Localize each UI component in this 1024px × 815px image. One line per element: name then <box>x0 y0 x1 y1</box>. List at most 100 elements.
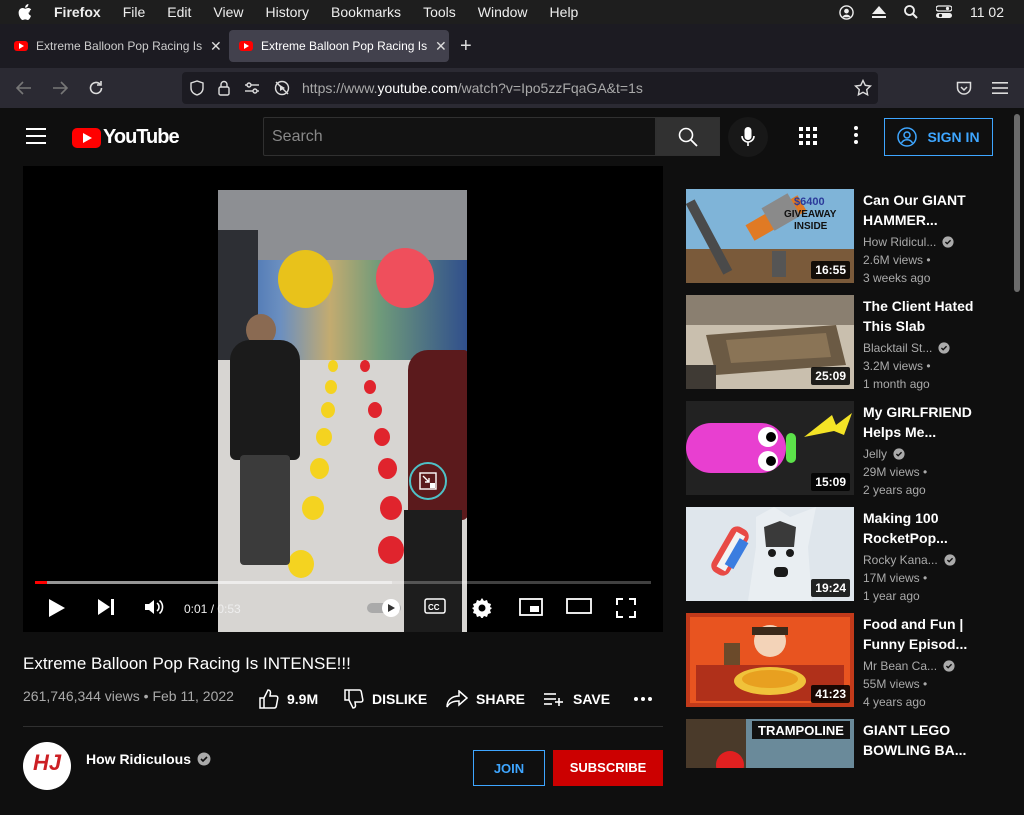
miniplayer-button[interactable] <box>519 598 543 616</box>
play-icon <box>49 599 65 617</box>
search-input[interactable] <box>263 117 656 156</box>
like-button[interactable]: 9.9M <box>259 686 318 712</box>
mute-button[interactable] <box>144 598 164 616</box>
recommendation-item[interactable]: TRAMPOLINE GIANT LEGO BOWLING BA... <box>686 719 996 815</box>
video-title[interactable]: My GIRLFRIEND Helps Me... <box>863 402 981 442</box>
video-frame[interactable] <box>218 190 467 632</box>
recommendation-item[interactable]: 41:23 Food and Fun | Funny Episod... Mr … <box>686 613 996 709</box>
play-button[interactable] <box>48 598 66 618</box>
subscribe-button[interactable]: SUBSCRIBE <box>553 750 663 786</box>
site-permissions-icon[interactable] <box>244 81 260 95</box>
channel-avatar[interactable]: HJ <box>23 742 71 790</box>
video-title[interactable]: GIANT LEGO BOWLING BA... <box>863 720 981 760</box>
channel-name[interactable]: How Ridiculous <box>86 751 211 767</box>
miniplayer-icon <box>519 598 543 616</box>
progress-bar[interactable] <box>35 581 651 584</box>
divider <box>23 726 663 727</box>
youtube-logo[interactable]: YouTube <box>72 126 180 149</box>
video-duration: 25:09 <box>811 367 850 385</box>
view-count: 2.6M views • <box>863 253 931 267</box>
sign-in-button[interactable]: SIGN IN <box>884 118 993 156</box>
search-icon <box>678 127 698 147</box>
bookmark-star-icon[interactable] <box>853 78 873 102</box>
recommendation-item[interactable]: 15:09 My GIRLFRIEND Helps Me... Jelly 29… <box>686 401 996 497</box>
menu-bookmarks[interactable]: Bookmarks <box>331 4 401 20</box>
autoplay-toggle[interactable] <box>367 598 403 618</box>
scrollbar-thumb[interactable] <box>1014 114 1020 292</box>
tracking-protection-shield-icon[interactable] <box>190 80 204 96</box>
reload-icon[interactable] <box>86 78 106 98</box>
video-title[interactable]: Can Our GIANT HAMMER... <box>863 190 981 230</box>
spotlight-search-icon[interactable] <box>904 5 918 19</box>
control-center-icon[interactable] <box>936 5 952 19</box>
dislike-button[interactable]: DISLIKE <box>344 686 427 712</box>
eject-icon[interactable] <box>872 6 886 18</box>
app-menu-firefox[interactable]: Firefox <box>54 4 101 20</box>
page-scrollbar[interactable] <box>1010 108 1024 768</box>
video-title[interactable]: Making 100 RocketPop... <box>863 508 981 548</box>
menu-tools[interactable]: Tools <box>423 4 456 20</box>
close-tab-icon[interactable]: ✕ <box>435 38 447 55</box>
user-account-icon[interactable] <box>839 4 854 20</box>
channel-name[interactable]: Rocky Kana... <box>863 553 956 567</box>
back-arrow-icon[interactable] <box>14 78 34 98</box>
menu-file[interactable]: File <box>123 4 146 20</box>
video-title[interactable]: Food and Fun | Funny Episod... <box>863 614 981 654</box>
browser-tab[interactable]: Extreme Balloon Pop Racing Is INTENSE!!!… <box>4 30 224 62</box>
more-actions-button[interactable] <box>634 686 660 712</box>
join-button[interactable]: JOIN <box>473 750 545 786</box>
more-horizontal-icon <box>634 697 652 701</box>
time-display: 0:01 / 0:53 <box>184 602 241 616</box>
picture-in-picture-toggle-icon[interactable] <box>409 462 447 500</box>
lock-icon[interactable] <box>218 80 230 96</box>
pocket-icon[interactable] <box>954 78 974 98</box>
channel-name[interactable]: Jelly <box>863 447 905 461</box>
channel-name[interactable]: Mr Bean Ca... <box>863 659 955 673</box>
video-thumbnail[interactable]: TRAMPOLINE <box>686 719 854 768</box>
settings-button[interactable] <box>472 598 492 618</box>
guide-menu-icon[interactable] <box>26 128 46 144</box>
menu-history[interactable]: History <box>265 4 309 20</box>
buffered-bar <box>35 581 393 584</box>
recommendation-item[interactable]: 19:24 Making 100 RocketPop... Rocky Kana… <box>686 507 996 603</box>
video-title[interactable]: The Client Hated This Slab <box>863 296 981 336</box>
apple-menu-icon[interactable] <box>18 4 36 20</box>
video-thumbnail[interactable]: 25:09 <box>686 295 854 389</box>
video-thumbnail[interactable]: 19:24 <box>686 507 854 601</box>
forward-arrow-icon[interactable] <box>50 78 70 98</box>
video-player[interactable]: HJ 0:01 / 0:53 CC <box>23 166 663 632</box>
voice-search-button[interactable] <box>728 117 768 157</box>
autoplay-blocked-icon[interactable] <box>274 80 290 96</box>
url-text[interactable]: https://www.youtube.com/watch?v=Ipo5zzFq… <box>302 80 643 96</box>
save-button[interactable]: SAVE <box>543 686 610 712</box>
recommendation-item[interactable]: 25:09 The Client Hated This Slab Blackta… <box>686 295 996 391</box>
channel-name[interactable]: Blacktail St... <box>863 341 950 355</box>
menu-window[interactable]: Window <box>478 4 528 20</box>
settings-more-icon[interactable] <box>846 126 866 144</box>
browser-tab-active[interactable]: Extreme Balloon Pop Racing Is INTENSE!!!… <box>229 30 449 62</box>
youtube-favicon-icon <box>14 41 28 51</box>
search-button[interactable] <box>656 117 720 156</box>
video-title: Extreme Balloon Pop Racing Is INTENSE!!! <box>23 654 351 673</box>
app-menu-hamburger-icon[interactable] <box>990 78 1010 98</box>
fullscreen-button[interactable] <box>616 598 636 618</box>
menu-view[interactable]: View <box>213 4 243 20</box>
played-bar <box>35 581 48 584</box>
video-thumbnail[interactable]: 15:09 <box>686 401 854 495</box>
menu-help[interactable]: Help <box>550 4 579 20</box>
share-button[interactable]: SHARE <box>446 686 525 712</box>
recommendation-item[interactable]: $6400 GIVEAWAY INSIDE 16:55 Can Our GIAN… <box>686 189 996 285</box>
menu-edit[interactable]: Edit <box>167 4 191 20</box>
close-tab-icon[interactable]: ✕ <box>210 38 222 55</box>
new-tab-plus-icon[interactable]: + <box>460 36 472 56</box>
like-count: 9.9M <box>287 691 319 707</box>
verified-check-icon <box>944 554 956 566</box>
video-thumbnail[interactable]: 41:23 <box>686 613 854 707</box>
subtitles-button[interactable]: CC <box>424 598 446 614</box>
next-button[interactable] <box>97 598 115 616</box>
channel-name[interactable]: How Ridicul... <box>863 235 954 249</box>
theater-mode-button[interactable] <box>566 598 592 614</box>
youtube-apps-icon[interactable] <box>798 126 818 151</box>
address-bar[interactable]: https://www.youtube.com/watch?v=Ipo5zzFq… <box>182 72 878 104</box>
video-thumbnail[interactable]: $6400 GIVEAWAY INSIDE 16:55 <box>686 189 854 283</box>
